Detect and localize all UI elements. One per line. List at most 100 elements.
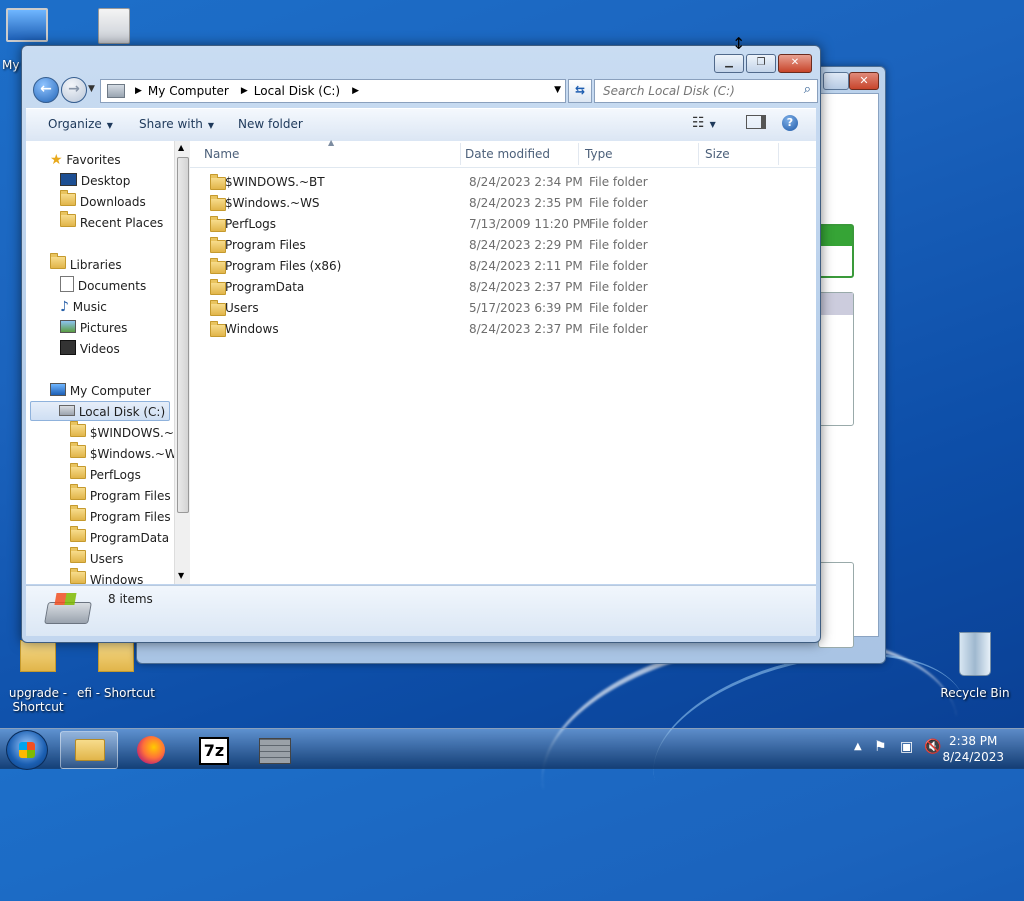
- back-button[interactable]: ←: [33, 77, 59, 103]
- volume-muted-icon[interactable]: 🔇: [924, 739, 941, 755]
- share-with-button[interactable]: Share with ▼: [139, 117, 214, 131]
- taskbar-7zip-button[interactable]: 7z: [184, 731, 242, 769]
- nav-pictures[interactable]: Pictures: [60, 318, 127, 338]
- nav-folder[interactable]: $WINDOWS.~B: [70, 421, 174, 443]
- nav-label: Local Disk (C:): [78, 405, 166, 419]
- file-row[interactable]: $Windows.~WS 8/24/2023 2:35 PM File folder: [190, 193, 816, 214]
- address-dropdown-icon[interactable]: ▼: [554, 85, 561, 95]
- nav-videos[interactable]: Videos: [60, 339, 120, 359]
- column-date-modified[interactable]: Date modified: [465, 147, 550, 161]
- details-pane: 8 items: [26, 585, 816, 636]
- file-name: Program Files (x86): [225, 259, 342, 273]
- start-button[interactable]: [6, 730, 48, 770]
- folder-icon: [210, 300, 226, 316]
- nav-desktop[interactable]: Desktop: [60, 171, 130, 191]
- taskbar-firefox-button[interactable]: [122, 731, 180, 769]
- nav-documents[interactable]: Documents: [60, 276, 146, 296]
- file-row[interactable]: PerfLogs 7/13/2009 11:20 PM File folder: [190, 214, 816, 235]
- network-icon: [98, 8, 130, 44]
- file-type: File folder: [589, 301, 648, 315]
- folder-icon: [70, 505, 86, 521]
- folder-shortcut-icon: [98, 640, 134, 672]
- file-row[interactable]: ProgramData 8/24/2023 2:37 PM File folder: [190, 277, 816, 298]
- nav-folder[interactable]: PerfLogs: [70, 463, 141, 485]
- scrollbar-thumb[interactable]: [177, 157, 189, 513]
- nav-folder[interactable]: Program Files: [70, 484, 171, 506]
- minimize-button[interactable]: ▁: [714, 54, 744, 73]
- help-icon: ?: [782, 115, 798, 131]
- background-maximize-button[interactable]: [823, 72, 849, 90]
- folder-icon: [70, 526, 86, 542]
- search-input[interactable]: [601, 81, 795, 101]
- navigation-scrollbar[interactable]: ▲ ▼: [174, 141, 190, 584]
- help-button[interactable]: ?: [782, 115, 798, 131]
- desktop-icon-upgrade-shortcut[interactable]: upgrade - Shortcut: [0, 640, 78, 714]
- chevron-right-icon[interactable]: ▶: [352, 86, 359, 96]
- nav-my-computer[interactable]: My Computer: [50, 381, 151, 401]
- nav-label: $Windows.~WS: [89, 447, 174, 461]
- nav-local-disk[interactable]: Local Disk (C:): [30, 401, 170, 421]
- forward-button[interactable]: →: [61, 77, 87, 103]
- taskbar-explorer-button[interactable]: [60, 731, 118, 769]
- search-box[interactable]: ⌕: [594, 79, 818, 103]
- scroll-up-icon[interactable]: ▲: [178, 143, 184, 152]
- file-row[interactable]: Program Files 8/24/2023 2:29 PM File folde…: [190, 235, 816, 256]
- address-bar[interactable]: ▶ My Computer ▶ Local Disk (C:) ▶ ▼: [100, 79, 566, 103]
- background-close-button[interactable]: ✕: [849, 72, 879, 90]
- file-row[interactable]: Program Files (x86) 8/24/2023 2:11 PM File…: [190, 256, 816, 277]
- command-bar: Organize ▼ Share with ▼ New folder ☷ ▼ ?: [26, 108, 816, 142]
- file-row[interactable]: Users 5/17/2023 6:39 PM File folder: [190, 298, 816, 319]
- file-row[interactable]: Windows 8/24/2023 2:37 PM File folder: [190, 319, 816, 340]
- file-name: $Windows.~WS: [225, 196, 320, 210]
- nav-recent-places[interactable]: Recent Places: [60, 211, 163, 233]
- new-folder-button[interactable]: New folder: [238, 117, 303, 131]
- file-row[interactable]: $WINDOWS.~BT 8/24/2023 2:34 PM File folder: [190, 172, 816, 193]
- scroll-down-icon[interactable]: ▼: [178, 571, 184, 580]
- maximize-button[interactable]: ❐: [746, 54, 776, 73]
- background-gray-panel-lower: [818, 562, 854, 648]
- network-icon[interactable]: ▣: [900, 739, 913, 755]
- column-size[interactable]: Size: [705, 147, 730, 161]
- nav-favorites[interactable]: ★ Favorites: [50, 150, 121, 170]
- nav-folder[interactable]: Users: [70, 547, 124, 569]
- recent-pages-dropdown[interactable]: ▼: [88, 84, 95, 94]
- folder-shortcut-icon: [20, 640, 56, 672]
- navigation-pane: ★ Favorites Desktop Downloads Recent Pla…: [26, 141, 174, 584]
- column-divider: [578, 143, 579, 165]
- nav-downloads[interactable]: Downloads: [60, 190, 146, 212]
- file-date: 8/24/2023 2:34 PM: [469, 175, 583, 189]
- preview-pane-button[interactable]: [746, 115, 766, 132]
- file-type: File folder: [589, 322, 648, 336]
- column-name[interactable]: Name: [204, 147, 239, 161]
- desktop-icon-label: Recycle Bin: [940, 686, 1010, 700]
- nav-folder[interactable]: Program Files (: [70, 505, 174, 527]
- change-view-button[interactable]: ☷ ▼: [692, 115, 716, 131]
- nav-libraries[interactable]: Libraries: [50, 253, 122, 275]
- breadcrumb-my-computer[interactable]: My Computer: [148, 84, 229, 98]
- breadcrumb-local-disk[interactable]: Local Disk (C:): [254, 84, 340, 98]
- chevron-right-icon[interactable]: ▶: [135, 86, 142, 96]
- chevron-right-icon[interactable]: ▶: [241, 86, 248, 96]
- file-name: Program Files: [225, 238, 306, 252]
- desktop-icon-network[interactable]: [74, 8, 154, 46]
- clock[interactable]: 2:38 PM 8/24/2023: [942, 733, 1004, 765]
- desktop-icon-my-computer[interactable]: My: [0, 8, 54, 72]
- taskbar-firewall-button[interactable]: [246, 731, 304, 769]
- search-icon[interactable]: ⌕: [804, 82, 811, 97]
- column-type[interactable]: Type: [585, 147, 613, 161]
- nav-folder[interactable]: $Windows.~WS: [70, 442, 174, 464]
- nav-label: Users: [89, 552, 124, 566]
- nav-folder[interactable]: Windows: [70, 568, 143, 584]
- close-button[interactable]: ✕: [778, 54, 812, 73]
- nav-music[interactable]: ♪ Music: [60, 297, 107, 317]
- desktop-icon-recycle-bin[interactable]: Recycle Bin: [935, 632, 1015, 700]
- column-divider: [778, 143, 779, 165]
- folder-icon: [70, 484, 86, 500]
- nav-folder[interactable]: ProgramData: [70, 526, 169, 548]
- show-hidden-icons-icon[interactable]: ▲: [854, 741, 862, 752]
- explorer-window[interactable]: ▁ ❐ ✕ ↕ ← → ▼ ▶ My Computer ▶ Local Disk…: [21, 34, 821, 643]
- recycle-bin-icon: [959, 632, 991, 676]
- action-center-flag-icon[interactable]: ⚑: [874, 739, 887, 755]
- refresh-button[interactable]: ⇆: [568, 79, 592, 103]
- organize-button[interactable]: Organize ▼: [48, 117, 113, 131]
